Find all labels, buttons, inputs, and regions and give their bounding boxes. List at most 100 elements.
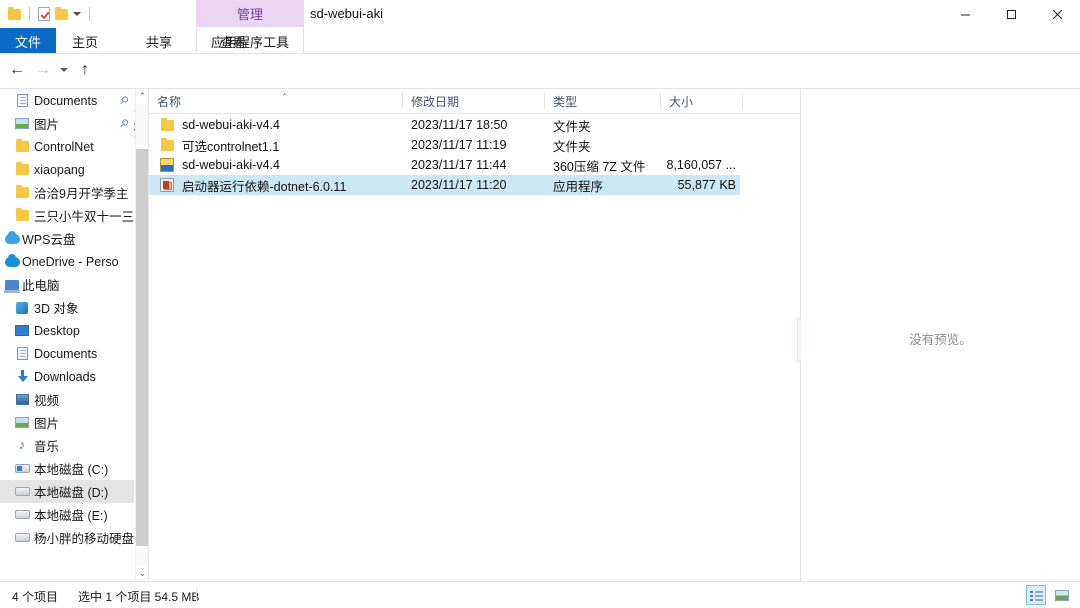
minimize-icon[interactable] <box>942 0 988 28</box>
arrow-left-icon: ← <box>9 61 25 78</box>
sidebar-item[interactable]: 三只小牛双十一三 <box>0 204 134 227</box>
file-name-label: sd-webui-aki-v4.4 <box>182 118 280 132</box>
tab-application-tools[interactable]: 应用程序工具 <box>196 28 304 54</box>
sidebar-item[interactable]: ControlNet <box>0 135 134 158</box>
system-drive-icon <box>14 461 30 477</box>
large-icons-view-icon <box>1055 589 1069 601</box>
table-row[interactable]: sd-webui-aki-v4.4 2023/11/17 11:44 360压缩 7… <box>149 155 740 175</box>
file-list[interactable]: 名称 ⌃ 修改日期 类型 大小 sd-webui-aki-v4.4 2023/11… <box>149 89 800 581</box>
folder-icon <box>14 139 30 155</box>
column-header-date[interactable]: 修改日期 <box>403 89 545 113</box>
file-name-label: 启动器运行依赖-dotnet-6.0.11 <box>182 179 347 194</box>
properties-icon[interactable] <box>38 7 50 21</box>
back-button[interactable]: ← <box>6 54 28 86</box>
pin-icon[interactable]: ⚲ <box>117 116 132 131</box>
quick-access-toolbar <box>8 4 93 24</box>
sidebar-item[interactable]: ♪ 音乐 <box>0 434 134 457</box>
sidebar-item-label: 本地磁盘 (E:) <box>34 509 108 523</box>
tab-share[interactable]: 共享 <box>130 28 188 54</box>
title-bar: 管理 sd-webui-aki <box>0 0 1080 28</box>
3d-objects-icon <box>14 300 30 316</box>
sidebar-item-label: 图片 <box>34 118 60 132</box>
maximize-icon[interactable] <box>988 0 1034 28</box>
qat-divider <box>29 7 30 21</box>
downloads-icon <box>14 369 30 385</box>
sort-ascending-icon: ⌃ <box>281 92 289 102</box>
sidebar-item[interactable]: 图片 ⚲ <box>0 112 134 135</box>
chevron-down-icon <box>60 68 68 72</box>
window-controls <box>942 0 1080 28</box>
sidebar-item[interactable]: Documents ⚲ <box>0 89 134 112</box>
sidebar-item[interactable]: 本地磁盘 (E:) <box>0 503 134 526</box>
sidebar-item[interactable]: xiaopang <box>0 158 134 181</box>
sidebar-item[interactable]: 本地磁盘 (C:) <box>0 457 134 480</box>
recent-locations-button[interactable] <box>56 54 72 86</box>
file-name-label: sd-webui-aki-v4.4 <box>182 158 280 172</box>
address-row: ← → ↑ › 此电脑 › 本地磁盘 (D:) › xiaopang › sd-… <box>0 54 1080 137</box>
file-name-cell[interactable]: 启动器运行依赖-dotnet-6.0.11 <box>149 175 403 195</box>
sidebar-item[interactable]: 洽洽9月开学季主 <box>0 181 134 204</box>
sidebar-item[interactable]: Desktop <box>0 319 134 342</box>
view-mode-buttons <box>1026 585 1072 605</box>
file-name-cell[interactable]: 可选controlnet1.1 <box>149 135 403 155</box>
folder-icon[interactable] <box>8 6 21 20</box>
sidebar-item[interactable]: 本地磁盘 (D:) <box>0 480 134 503</box>
drive-icon <box>14 507 30 523</box>
sidebar-item[interactable]: 视频 <box>0 388 134 411</box>
pin-icon[interactable]: ⚲ <box>117 93 132 108</box>
new-folder-icon[interactable] <box>55 6 68 20</box>
file-type-cell: 文件夹 <box>553 139 591 154</box>
details-view-button[interactable] <box>1026 585 1046 605</box>
navigation-pane-scrollbar[interactable]: ⌃ ⌄ <box>135 89 149 581</box>
navigation-pane[interactable]: Documents ⚲ 图片 ⚲ ControlNet xiaopang 洽洽9月开学季主三… <box>0 89 134 581</box>
cloud-icon <box>4 230 20 247</box>
sidebar-item[interactable]: 此电脑 <box>0 273 134 296</box>
close-icon[interactable] <box>1034 0 1080 28</box>
folder-icon <box>14 162 30 178</box>
sidebar-item[interactable]: WPS云盘 <box>0 227 134 250</box>
tab-home[interactable]: 主页 <box>56 28 114 54</box>
document-icon <box>14 93 30 109</box>
sidebar-item-label: 三只小牛双十一三 <box>34 210 134 224</box>
file-name-cell[interactable]: sd-webui-aki-v4.4 <box>149 155 403 175</box>
sidebar-item-label: 洽洽9月开学季主 <box>34 187 129 201</box>
archive-7z-icon <box>159 157 175 173</box>
file-name-cell[interactable]: sd-webui-aki-v4.4 <box>149 115 403 135</box>
sidebar-item[interactable]: Documents <box>0 342 134 365</box>
forward-button[interactable]: → <box>32 54 54 86</box>
column-header-name-label: 名称 <box>157 94 182 109</box>
file-size-cell: 8,160,057 ... <box>666 158 736 172</box>
sidebar-item-label: ControlNet <box>34 139 94 154</box>
folder-icon <box>14 185 30 201</box>
preview-message: 没有预览。 <box>909 333 972 347</box>
table-row[interactable]: 可选controlnet1.1 2023/11/17 11:19 文件夹 <box>149 135 740 155</box>
sidebar-item-label: 此电脑 <box>22 279 60 293</box>
status-item-count: 4 个项目 <box>12 590 59 604</box>
up-button[interactable]: ↑ <box>74 54 96 86</box>
this-pc-icon <box>4 277 20 293</box>
column-header-size[interactable]: 大小 <box>661 89 743 113</box>
arrow-right-icon: → <box>35 61 51 78</box>
large-icons-view-button[interactable] <box>1052 585 1072 605</box>
folder-icon <box>159 137 175 153</box>
sidebar-item[interactable]: Downloads <box>0 365 134 388</box>
sidebar-item[interactable]: 杨小胖的移动硬盘 <box>0 526 134 549</box>
folder-icon <box>159 117 175 133</box>
drive-icon <box>14 530 30 546</box>
sidebar-item[interactable]: OneDrive - Perso <box>0 250 134 273</box>
document-icon <box>14 346 30 362</box>
table-row[interactable]: 启动器运行依赖-dotnet-6.0.11 2023/11/17 11:20 应用程… <box>149 175 740 195</box>
sidebar-item-label: 3D 对象 <box>34 302 79 316</box>
chevron-down-icon[interactable] <box>73 12 81 16</box>
table-row[interactable]: sd-webui-aki-v4.4 2023/11/17 18:50 文件夹 <box>149 115 740 135</box>
installer-icon <box>159 177 175 193</box>
music-icon: ♪ <box>18 437 26 452</box>
sidebar-item-label: 本地磁盘 (C:) <box>34 463 109 477</box>
column-header-type[interactable]: 类型 <box>545 89 661 113</box>
column-header-name[interactable]: 名称 ⌃ <box>149 89 403 113</box>
sidebar-item[interactable]: 图片 <box>0 411 134 434</box>
sidebar-item[interactable]: 3D 对象 <box>0 296 134 319</box>
details-view-icon <box>1029 590 1043 601</box>
tab-file[interactable]: 文件 <box>0 28 56 54</box>
onedrive-cloud-icon <box>4 253 20 270</box>
